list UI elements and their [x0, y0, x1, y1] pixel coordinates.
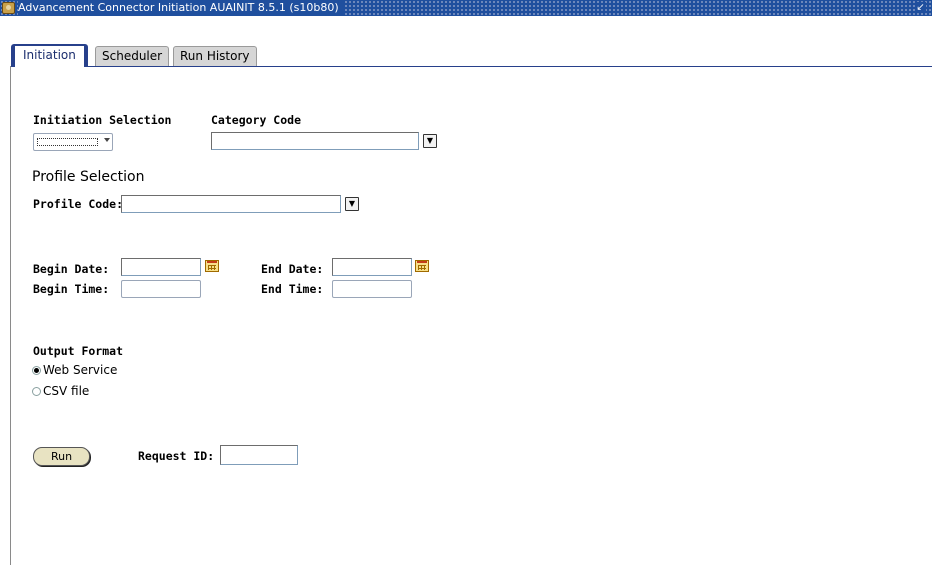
begin-date-label: Begin Date:	[33, 262, 110, 276]
web-service-radio-label[interactable]: Web Service	[43, 363, 117, 377]
profile-code-list-button[interactable]: ▼	[345, 197, 359, 211]
profile-code-input[interactable]	[121, 195, 341, 213]
request-id-label: Request ID:	[138, 449, 215, 463]
initiation-selection-dropdown[interactable]	[33, 133, 113, 151]
request-id-input[interactable]	[220, 445, 298, 465]
begin-time-label: Begin Time:	[33, 282, 110, 296]
csv-file-radio-label[interactable]: CSV file	[43, 384, 89, 398]
begin-date-calendar-icon[interactable]	[205, 260, 219, 272]
run-button[interactable]: Run	[33, 447, 90, 466]
output-format-label: Output Format	[33, 344, 124, 358]
web-service-radio[interactable]	[32, 366, 41, 375]
end-time-label: End Time:	[261, 282, 324, 296]
window-title: Advancement Connector Initiation AUAINIT…	[18, 0, 343, 16]
form-left-border	[10, 66, 11, 565]
initiation-selection-label: Initiation Selection	[33, 113, 172, 127]
banner-app-icon	[2, 2, 15, 14]
tab-underline	[11, 66, 932, 67]
tab-scheduler[interactable]: Scheduler	[95, 46, 170, 66]
chevron-down-icon	[104, 138, 110, 142]
end-date-calendar-icon[interactable]	[415, 260, 429, 272]
profile-selection-title: Profile Selection	[32, 169, 145, 185]
begin-time-dropdown[interactable]	[121, 280, 201, 298]
tab-run-history[interactable]: Run History	[173, 46, 257, 66]
end-date-input[interactable]	[332, 258, 412, 276]
end-time-dropdown[interactable]	[332, 280, 412, 298]
csv-file-radio[interactable]	[32, 387, 41, 396]
focus-outline	[37, 138, 98, 146]
category-code-label: Category Code	[211, 113, 302, 127]
category-code-input[interactable]	[211, 132, 419, 150]
window-title-bar: Advancement Connector Initiation AUAINIT…	[0, 0, 932, 16]
begin-date-input[interactable]	[121, 258, 201, 276]
profile-code-label: Profile Code:	[33, 197, 124, 211]
maximize-icon[interactable]: ↙	[915, 2, 926, 13]
end-date-label: End Date:	[261, 262, 324, 276]
tab-initiation[interactable]: Initiation	[11, 44, 88, 67]
category-code-list-button[interactable]: ▼	[423, 134, 437, 148]
